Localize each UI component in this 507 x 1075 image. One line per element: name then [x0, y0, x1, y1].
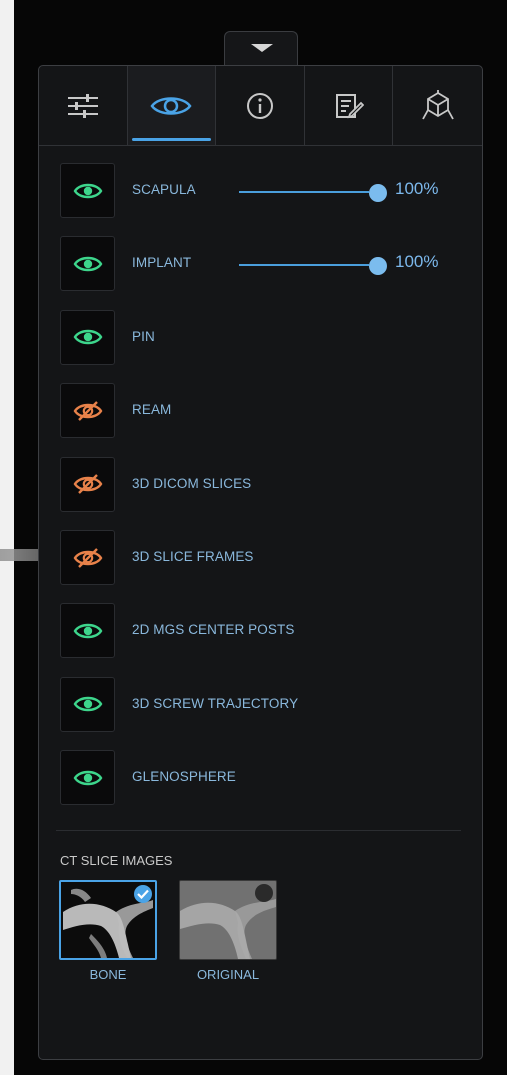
chevron-down-icon [251, 44, 273, 52]
eye-icon [73, 330, 102, 345]
slider-knob[interactable] [369, 257, 387, 276]
layer-label: 3D SCREW TRAJECTORY [132, 695, 299, 711]
tab-settings[interactable] [39, 66, 128, 145]
eye-icon [73, 770, 102, 785]
visibility-toggle-off[interactable] [60, 530, 115, 585]
original-label: ORIGINAL [196, 967, 260, 982]
layer-row: 2D MGS CENTER POSTS [60, 603, 470, 661]
layer-label: GLENOSPHERE [132, 769, 236, 785]
slider-track [239, 264, 369, 267]
visibility-toggle-on[interactable] [60, 603, 115, 659]
panel-tabs [39, 66, 482, 146]
layer-label: IMPLANT [132, 255, 192, 271]
layer-row: PIN [60, 309, 470, 368]
layer-label: SCAPULA [132, 182, 196, 197]
ct-option-original[interactable]: ORIGINAL [179, 880, 277, 982]
layer-label: 3D DICOM SLICES [132, 475, 252, 491]
layer-row: SCAPULA 100% [60, 163, 470, 221]
layer-row: IMPLANT 100% [60, 236, 470, 294]
eye-icon [73, 183, 102, 198]
visibility-toggle-on[interactable] [60, 750, 115, 806]
visibility-toggle-on[interactable] [60, 236, 115, 292]
visibility-toggle-off[interactable] [60, 383, 115, 439]
visibility-panel: SCAPULA 100% IMPLANT 100% PIN REAM 3D DICOM SL… [38, 65, 483, 1060]
tab-info[interactable] [216, 66, 305, 145]
layer-label: REAM [132, 402, 172, 418]
collapse-panel-button[interactable] [224, 31, 298, 65]
layer-label: 3D SLICE FRAMES [132, 549, 254, 564]
slider-knob[interactable] [369, 184, 387, 202]
original-thumbnail[interactable] [179, 880, 277, 960]
eye-slash-icon [73, 547, 102, 568]
cube-axes-icon [421, 89, 454, 119]
layer-row: 3D SCREW TRAJECTORY [60, 676, 470, 735]
ct-option-bone[interactable]: BONE [59, 880, 157, 982]
visibility-toggle-on[interactable] [60, 163, 115, 218]
opacity-value: 100% [395, 252, 439, 272]
eye-slash-icon [73, 400, 102, 421]
tab-3d-view[interactable] [393, 66, 482, 145]
edit-note-icon [335, 93, 364, 118]
opacity-value: 100% [395, 179, 439, 198]
selected-check-icon [134, 885, 152, 903]
opacity-slider[interactable] [239, 184, 387, 202]
opacity-slider[interactable] [239, 257, 387, 276]
layer-label: PIN [132, 328, 155, 344]
tab-notes[interactable] [305, 66, 394, 145]
section-divider [56, 830, 461, 831]
layer-label: 2D MGS CENTER POSTS [132, 622, 295, 638]
visibility-toggle-off[interactable] [60, 456, 115, 512]
layer-row: 3D SLICE FRAMES [60, 530, 470, 588]
layer-row: GLENOSPHERE [60, 750, 470, 808]
visibility-toggle-on[interactable] [60, 676, 115, 732]
slider-track [239, 191, 369, 193]
layer-row: 3D DICOM SLICES [60, 456, 470, 515]
layer-row: REAM [60, 383, 470, 441]
sliders-icon [67, 93, 98, 118]
info-icon [246, 92, 273, 119]
unselected-indicator [255, 884, 273, 902]
eye-icon [73, 697, 102, 712]
eye-icon [73, 256, 102, 272]
eye-slash-icon [73, 474, 102, 494]
eye-icon [150, 96, 192, 115]
bone-label: BONE [89, 967, 127, 982]
eye-icon [73, 623, 102, 639]
tab-visibility[interactable] [127, 66, 217, 145]
visibility-toggle-on[interactable] [60, 309, 115, 365]
bone-thumbnail[interactable] [59, 880, 157, 960]
ct-slice-title: CT SLICE IMAGES [60, 853, 173, 868]
